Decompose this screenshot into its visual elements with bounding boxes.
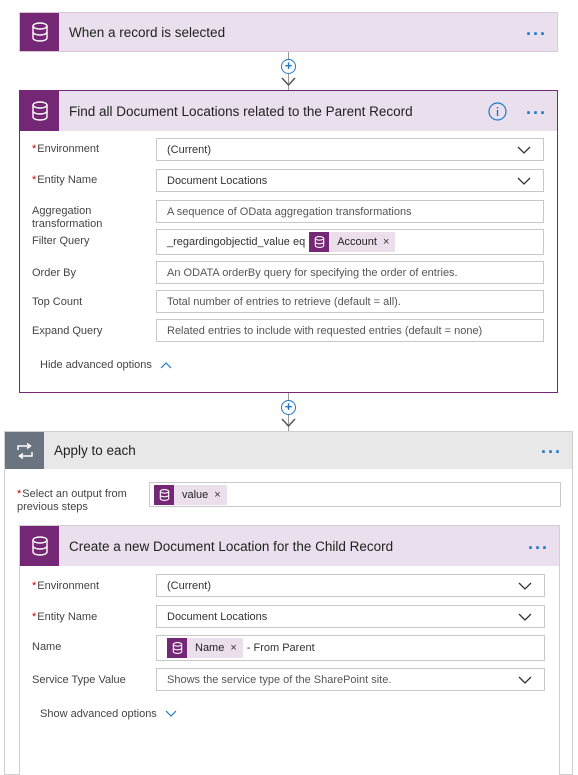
- entity-name-label: *Entity Name: [32, 611, 98, 623]
- create-action-title: Create a new Document Location for the C…: [69, 538, 394, 554]
- chevron-down-icon: [518, 613, 532, 621]
- value-token[interactable]: value ×: [154, 484, 227, 505]
- create-action-menu-ellipsis-icon[interactable]: ···: [528, 539, 549, 557]
- arrow-down-icon: [281, 418, 296, 428]
- expand-query-label: Expand Query: [32, 325, 103, 337]
- service-type-select[interactable]: Shows the service type of the SharePoint…: [156, 668, 545, 691]
- chevron-down-icon: [518, 676, 532, 684]
- filter-query-label: Filter Query: [32, 235, 90, 247]
- find-action-title: Find all Document Locations related to t…: [69, 103, 413, 119]
- select-output-label: *Select an output from previous steps: [17, 488, 127, 513]
- arrow-down-icon: [281, 77, 296, 87]
- name-token[interactable]: Name ×: [167, 638, 243, 658]
- trigger-card[interactable]: When a record is selected ···: [19, 12, 558, 52]
- hide-advanced-options-link[interactable]: Hide advanced options: [40, 359, 172, 371]
- select-output-input[interactable]: value ×: [149, 482, 561, 507]
- apply-menu-ellipsis-icon[interactable]: ···: [541, 443, 562, 461]
- top-count-input[interactable]: Total number of entries to retrieve (def…: [156, 290, 544, 313]
- trigger-title: When a record is selected: [69, 24, 226, 40]
- entity-name-select[interactable]: Document Locations: [156, 605, 545, 628]
- chevron-up-icon: [160, 362, 172, 369]
- trigger-menu-ellipsis-icon[interactable]: ···: [526, 25, 547, 43]
- find-document-locations-card[interactable]: Find all Document Locations related to t…: [19, 90, 558, 393]
- chevron-down-icon: [165, 710, 177, 717]
- environment-select[interactable]: (Current): [156, 574, 545, 597]
- entity-name-label: *Entity Name: [32, 174, 98, 186]
- expand-query-input[interactable]: Related entries to include with requeste…: [156, 319, 544, 342]
- close-icon[interactable]: ×: [230, 642, 242, 654]
- name-label: Name: [32, 641, 62, 653]
- apply-to-each-card[interactable]: Apply to each ··· *Select an output from…: [4, 431, 573, 775]
- environment-select[interactable]: (Current): [156, 138, 544, 161]
- add-step-plus-icon[interactable]: +: [281, 59, 296, 74]
- database-icon: [154, 484, 174, 505]
- close-icon[interactable]: ×: [383, 236, 395, 248]
- entity-name-select[interactable]: Document Locations: [156, 169, 544, 192]
- show-advanced-options-link[interactable]: Show advanced options: [40, 708, 177, 720]
- database-icon: [20, 526, 59, 566]
- chevron-down-icon: [517, 146, 531, 154]
- chevron-down-icon: [518, 582, 532, 590]
- create-document-location-card[interactable]: Create a new Document Location for the C…: [19, 525, 560, 775]
- find-action-menu-ellipsis-icon[interactable]: ···: [526, 104, 547, 122]
- order-by-label: Order By: [32, 267, 77, 279]
- account-token[interactable]: Account ×: [309, 232, 396, 252]
- filter-query-input[interactable]: _regardingobjectid_value eq Account ×: [156, 229, 544, 255]
- info-icon[interactable]: [488, 102, 507, 121]
- aggregation-input[interactable]: A sequence of OData aggregation transfor…: [156, 200, 544, 223]
- name-input[interactable]: Name × - From Parent: [156, 635, 545, 661]
- aggregation-label: Aggregation transformation: [32, 205, 103, 230]
- chevron-down-icon: [517, 177, 531, 185]
- environment-label: *Environment: [32, 143, 100, 155]
- database-icon: [309, 232, 330, 252]
- database-icon: [167, 638, 187, 658]
- database-icon: [20, 91, 59, 131]
- order-by-input[interactable]: An ODATA orderBy query for specifying th…: [156, 261, 544, 284]
- service-type-label: Service Type Value: [32, 674, 126, 686]
- loop-icon: [5, 432, 44, 469]
- add-step-plus-icon[interactable]: +: [281, 400, 296, 415]
- environment-label: *Environment: [32, 580, 100, 592]
- top-count-label: Top Count: [32, 296, 83, 308]
- database-icon: [20, 13, 59, 51]
- close-icon[interactable]: ×: [214, 489, 226, 501]
- apply-to-each-title: Apply to each: [54, 443, 136, 458]
